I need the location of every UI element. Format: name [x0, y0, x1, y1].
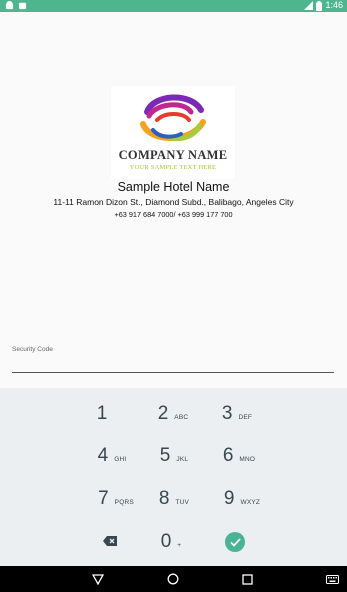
notification-icon: [18, 1, 27, 10]
numeric-keypad: 1 2 ABC 3 DEF 4 GHI 5 JKL 6 MNO 7 PQRS 8…: [0, 388, 347, 566]
recents-icon[interactable]: [240, 572, 254, 586]
company-logo: COMPANY NAME YOUR SAMPLE TEXT HERE: [111, 86, 235, 179]
hotel-address: 11-11 Ramon Dizon St., Diamond Subd., Ba…: [53, 197, 294, 207]
signal-icon: [304, 1, 314, 10]
key-digit: 8: [158, 488, 170, 509]
key-digit: 3: [221, 403, 233, 424]
logo-company-name: COMPANY NAME: [118, 148, 228, 162]
security-code-input[interactable]: [12, 356, 334, 373]
key-letters: DEF: [238, 413, 253, 421]
keyboard-icon[interactable]: [325, 572, 339, 586]
key-letters: WXYZ: [240, 498, 261, 506]
key-3[interactable]: 3 DEF: [197, 394, 277, 434]
key-letters: MNO: [239, 455, 256, 463]
battery-icon: [316, 1, 323, 11]
key-digit: 6: [222, 445, 234, 466]
key-letters: +: [177, 541, 182, 549]
key-letters: GHI: [114, 455, 127, 463]
key-letters: TUV: [175, 498, 190, 506]
key-9[interactable]: 9 WXYZ: [202, 479, 282, 519]
key-digit: 1: [96, 403, 108, 424]
hotel-phone: +63 917 684 7000/ +63 999 177 700: [114, 210, 233, 219]
key-letters: ABC: [174, 413, 189, 421]
hotel-name: Sample Hotel Name: [117, 180, 230, 194]
key-digit: 4: [97, 445, 109, 466]
key-digit: 5: [159, 445, 171, 466]
status-bar: 1:46: [0, 0, 347, 12]
key-1[interactable]: 1: [62, 394, 142, 434]
key-digit: 2: [157, 403, 169, 424]
swirl-logo-icon: [140, 94, 206, 141]
key-digit: 9: [223, 488, 235, 509]
key-digit: 0: [160, 531, 172, 552]
key-letters: PQRS: [114, 498, 134, 506]
done-key[interactable]: [195, 522, 275, 562]
android-icon: [5, 1, 14, 10]
check-icon: [225, 532, 245, 552]
navigation-bar: [0, 566, 347, 592]
key-6[interactable]: 6 MNO: [199, 436, 279, 476]
backspace-icon: [103, 533, 117, 551]
logo-tagline: YOUR SAMPLE TEXT HERE: [129, 164, 217, 171]
key-digit: 7: [98, 488, 109, 509]
status-time: 1:46: [325, 0, 343, 10]
back-icon[interactable]: [91, 572, 105, 586]
key-letters: JKL: [176, 455, 189, 463]
home-icon[interactable]: [166, 572, 180, 586]
security-code-label: Security Code: [12, 346, 53, 353]
